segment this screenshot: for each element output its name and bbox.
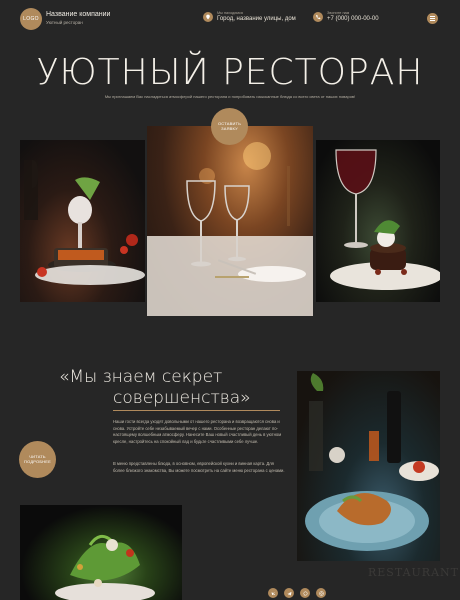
phone-icon (313, 12, 323, 22)
hero-photo-steak-wine (316, 140, 440, 302)
company-name: Название компании (46, 11, 111, 18)
about-paragraph-2: В меню представлены блюда, в основном, е… (113, 461, 285, 473)
vk-icon[interactable] (268, 588, 278, 598)
menu-bar (430, 16, 435, 18)
quote-underline (113, 410, 280, 411)
section-quote-line2: совершенства» (113, 388, 251, 408)
hero-subtitle: Мы приглашаем Вас насладиться атмосферой… (104, 94, 356, 99)
hero-title: УЮТНЫЙ РЕСТОРАН (36, 52, 424, 93)
phone-block[interactable]: Звоните нам +7 (000) 000-00-00 (313, 11, 379, 22)
menu-bar (430, 19, 435, 21)
location-pin-icon (203, 12, 213, 22)
address-value: Город, название улицы, дом (217, 16, 296, 22)
about-photo-dish (297, 371, 440, 561)
company-tagline: Уютный ресторан (46, 20, 83, 25)
phone-label: Звоните нам (327, 11, 350, 15)
phone-value[interactable]: +7 (000) 000-00-00 (327, 16, 379, 22)
company-info: Название компании Уютный ресторан (46, 11, 110, 25)
logo[interactable]: LOGO (20, 8, 42, 30)
about-paragraph-1: Наши гости всегда уходят довольными от н… (113, 419, 282, 444)
address-block: Мы находимся Город, название улицы, дом (203, 11, 296, 22)
hero-photo-table-setting (147, 126, 313, 316)
order-button[interactable]: ОСТАВИТЬ ЗАЯВКУ (211, 108, 248, 145)
about-photo-salad (20, 505, 182, 600)
menu-bar (430, 18, 435, 19)
social-links (268, 588, 326, 598)
hero-photo-chef-dish (20, 140, 145, 302)
menu-button[interactable] (427, 13, 438, 24)
section-quote-line1: «Мы знаем секрет (59, 367, 223, 387)
read-more-button[interactable]: ЧИТАТЬ ПОДРОБНЕЕ (19, 441, 56, 478)
site-header: LOGO Название компании Уютный ресторан М… (0, 0, 460, 40)
address-label: Мы находимся (217, 11, 243, 15)
telegram-icon[interactable] (284, 588, 294, 598)
restaurant-watermark: RESTAURANT (368, 566, 459, 579)
instagram-icon[interactable] (316, 588, 326, 598)
whatsapp-icon[interactable] (300, 588, 310, 598)
